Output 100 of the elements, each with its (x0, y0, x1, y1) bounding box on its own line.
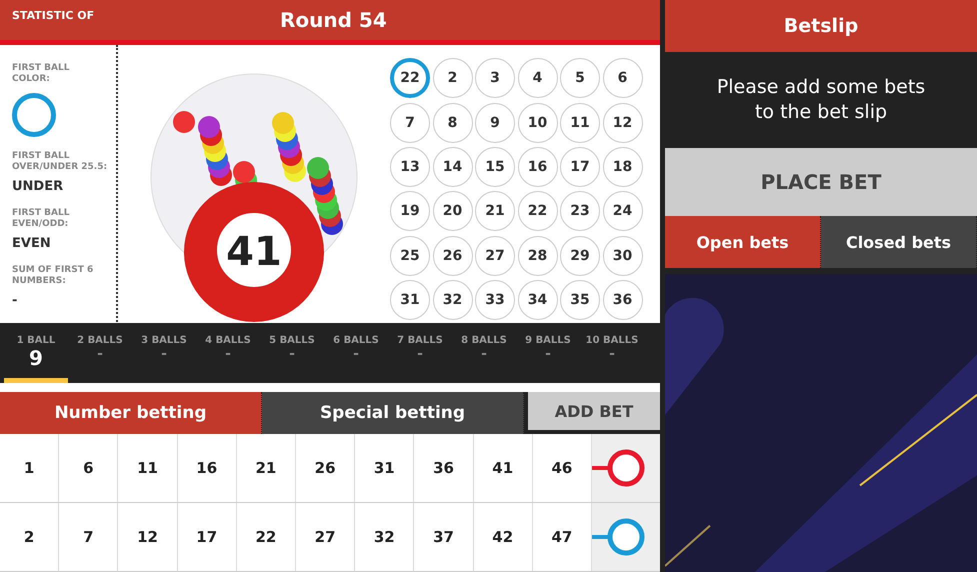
ball-count-value: - (97, 346, 103, 362)
stat-value: UNDER (12, 179, 64, 194)
betslip-title: Betslip (665, 0, 977, 52)
betslip-message: Please add some bets to the bet slip (716, 75, 926, 125)
ball-count-label: 1 BALL (16, 335, 56, 346)
number-ball: 26 (432, 236, 472, 276)
stat-value: - (12, 293, 18, 308)
ball-count-tab[interactable]: 5 BALLS - (260, 323, 324, 384)
number-ball: 6 (602, 58, 642, 98)
bet-number-cell[interactable]: 17 (178, 503, 237, 571)
number-ball: 27 (475, 236, 515, 276)
number-ball: 3 (475, 58, 515, 98)
number-ball: 17 (560, 147, 600, 188)
ball-count-tab[interactable]: 8 BALLS - (452, 323, 516, 384)
number-ball: 24 (602, 191, 642, 232)
number-ball: 2 (432, 58, 472, 98)
bet-number-cell[interactable]: 1 (0, 434, 60, 502)
number-ball: 20 (432, 191, 472, 232)
number-ball: 22 (518, 191, 558, 232)
ball-count-tab[interactable]: 3 BALLS - (132, 323, 196, 384)
ball-count-value: - (225, 346, 231, 362)
ball-count-label: 6 BALLS (333, 335, 379, 346)
number-ball: 28 (518, 236, 558, 276)
bet-number-cell[interactable]: 12 (118, 503, 178, 571)
add-bet-button[interactable]: ADD BET (528, 392, 660, 430)
ball-count-value: - (545, 346, 551, 362)
number-ball: 29 (560, 236, 600, 276)
place-bet-button[interactable]: PLACE BET (665, 148, 977, 216)
drawn-ball-number: 41 (226, 229, 282, 276)
number-ball: 30 (602, 236, 642, 276)
bet-number-cell[interactable]: 2 (0, 503, 60, 571)
bet-number-cell[interactable]: 22 (236, 503, 296, 571)
number-ball: 15 (475, 147, 515, 188)
number-ball: 10 (518, 102, 558, 143)
number-ball: 8 (432, 102, 472, 143)
ball-count-value: 9 (29, 346, 43, 370)
ball-count-value: - (417, 346, 423, 362)
betting-tab[interactable]: Number betting (0, 392, 262, 434)
ball-count-value: - (161, 346, 167, 362)
number-ball: 14 (432, 147, 472, 188)
ball-count-tab[interactable]: 6 BALLS - (324, 323, 388, 384)
stat-label: FIRST BALL OVER/UNDER 25.5: (12, 151, 108, 174)
stat-label: SUM OF FIRST 6 NUMBERS: (12, 265, 94, 288)
bets-tab[interactable]: Closed bets (821, 216, 977, 268)
ball-count-tab[interactable]: 1 BALL 9 (4, 323, 68, 384)
ball-count-label: 4 BALLS (205, 335, 251, 346)
ball-count-tab[interactable]: 4 BALLS - (196, 323, 260, 384)
bet-number-cell[interactable]: 27 (296, 503, 356, 571)
ball-count-value: - (609, 346, 615, 362)
round-title: Round 54 (280, 8, 387, 32)
bet-number-cell[interactable]: 37 (414, 503, 474, 571)
number-ball: 19 (390, 191, 430, 232)
ball-count-label: 7 BALLS (397, 335, 443, 346)
number-ball: 5 (560, 58, 600, 98)
ball-count-label: 2 BALLS (77, 335, 123, 346)
ball-count-value: - (353, 346, 359, 362)
ball-count-tab[interactable]: 7 BALLS - (388, 323, 452, 384)
number-ball: 4 (518, 58, 558, 98)
ball-count-label: 10 BALLS (586, 335, 638, 346)
ball-count-tab[interactable]: 2 BALLS - (68, 323, 132, 384)
bet-number-cell[interactable]: 31 (355, 434, 414, 502)
number-ball: 36 (602, 280, 642, 320)
ball-count-label: 5 BALLS (269, 335, 315, 346)
number-ball: 7 (390, 102, 430, 143)
number-ball: 9 (475, 102, 515, 143)
number-ball: 16 (518, 147, 558, 188)
number-ball: 32 (432, 280, 472, 320)
bet-number-cell[interactable]: 11 (118, 434, 178, 502)
bet-number-cell[interactable]: 36 (414, 434, 474, 502)
ball-count-label: 3 BALLS (141, 335, 187, 346)
number-ball: 22 (390, 58, 430, 98)
number-ball: 31 (390, 280, 430, 320)
betting-tab[interactable]: Special betting (262, 392, 524, 434)
bet-number-cell[interactable]: 32 (355, 503, 414, 571)
number-ball: 21 (475, 191, 515, 232)
bet-number-cell[interactable]: 7 (59, 503, 118, 571)
ball-count-tab[interactable]: 10 BALLS - (580, 323, 644, 384)
number-ball: 34 (518, 280, 558, 320)
number-ball: 33 (475, 280, 515, 320)
number-ball: 23 (560, 191, 600, 232)
ball-count-tab[interactable]: 9 BALLS - (516, 323, 580, 384)
bet-number-cell[interactable]: 6 (59, 434, 118, 502)
bet-number-cell[interactable]: 16 (178, 434, 237, 502)
stat-label: FIRST BALL COLOR: (12, 63, 70, 86)
bet-number-cell[interactable]: 26 (296, 434, 356, 502)
ball-count-value: - (289, 346, 295, 362)
bet-number-cell[interactable]: 41 (474, 434, 533, 502)
number-ball: 35 (560, 280, 600, 320)
number-ball: 25 (390, 236, 430, 276)
bet-number-cell[interactable]: 42 (474, 503, 533, 571)
number-ball: 13 (390, 147, 430, 188)
number-ball: 11 (560, 102, 600, 143)
statistic-label: STATISTIC OF (12, 9, 94, 22)
ball-count-label: 9 BALLS (525, 335, 571, 346)
stat-label: FIRST BALL EVEN/ODD: (12, 208, 70, 230)
ball-count-label: 8 BALLS (461, 335, 507, 346)
bet-number-cell[interactable]: 21 (236, 434, 296, 502)
bets-tab[interactable]: Open bets (665, 216, 821, 268)
number-ball: 12 (602, 102, 642, 143)
ball-count-value: - (481, 346, 487, 362)
